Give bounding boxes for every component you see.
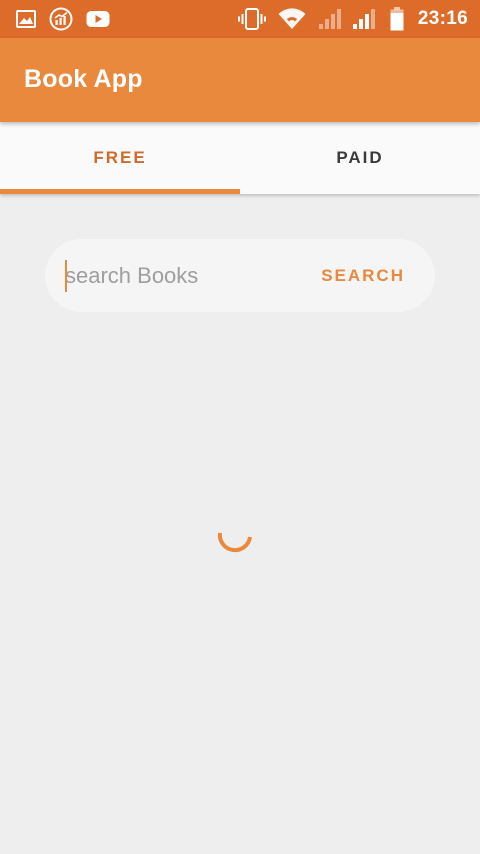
status-left-icons <box>16 7 110 31</box>
app-bar: Book App <box>0 38 480 122</box>
tab-selected-indicator <box>0 189 240 194</box>
tab-bar: FREE PAID <box>0 122 480 194</box>
image-icon <box>16 10 36 28</box>
battery-icon <box>390 7 404 31</box>
app-title: Book App <box>24 65 143 93</box>
vibrate-icon <box>237 8 266 30</box>
analytics-icon <box>49 7 73 31</box>
youtube-icon <box>86 10 110 28</box>
loading-spinner <box>217 532 252 553</box>
tab-free[interactable]: FREE <box>0 122 240 194</box>
status-right-icons: 23:16 <box>237 6 468 32</box>
wifi-icon <box>278 8 306 30</box>
status-time: 23:16 <box>417 8 468 29</box>
search-box: SEARCH <box>45 239 435 312</box>
tab-paid[interactable]: PAID <box>240 122 480 194</box>
text-cursor <box>65 260 67 292</box>
status-bar: 23:16 <box>0 0 480 38</box>
search-input[interactable] <box>65 255 305 297</box>
signal-weak-icon <box>318 8 342 30</box>
search-button[interactable]: SEARCH <box>317 258 409 294</box>
signal-icon <box>352 8 376 30</box>
